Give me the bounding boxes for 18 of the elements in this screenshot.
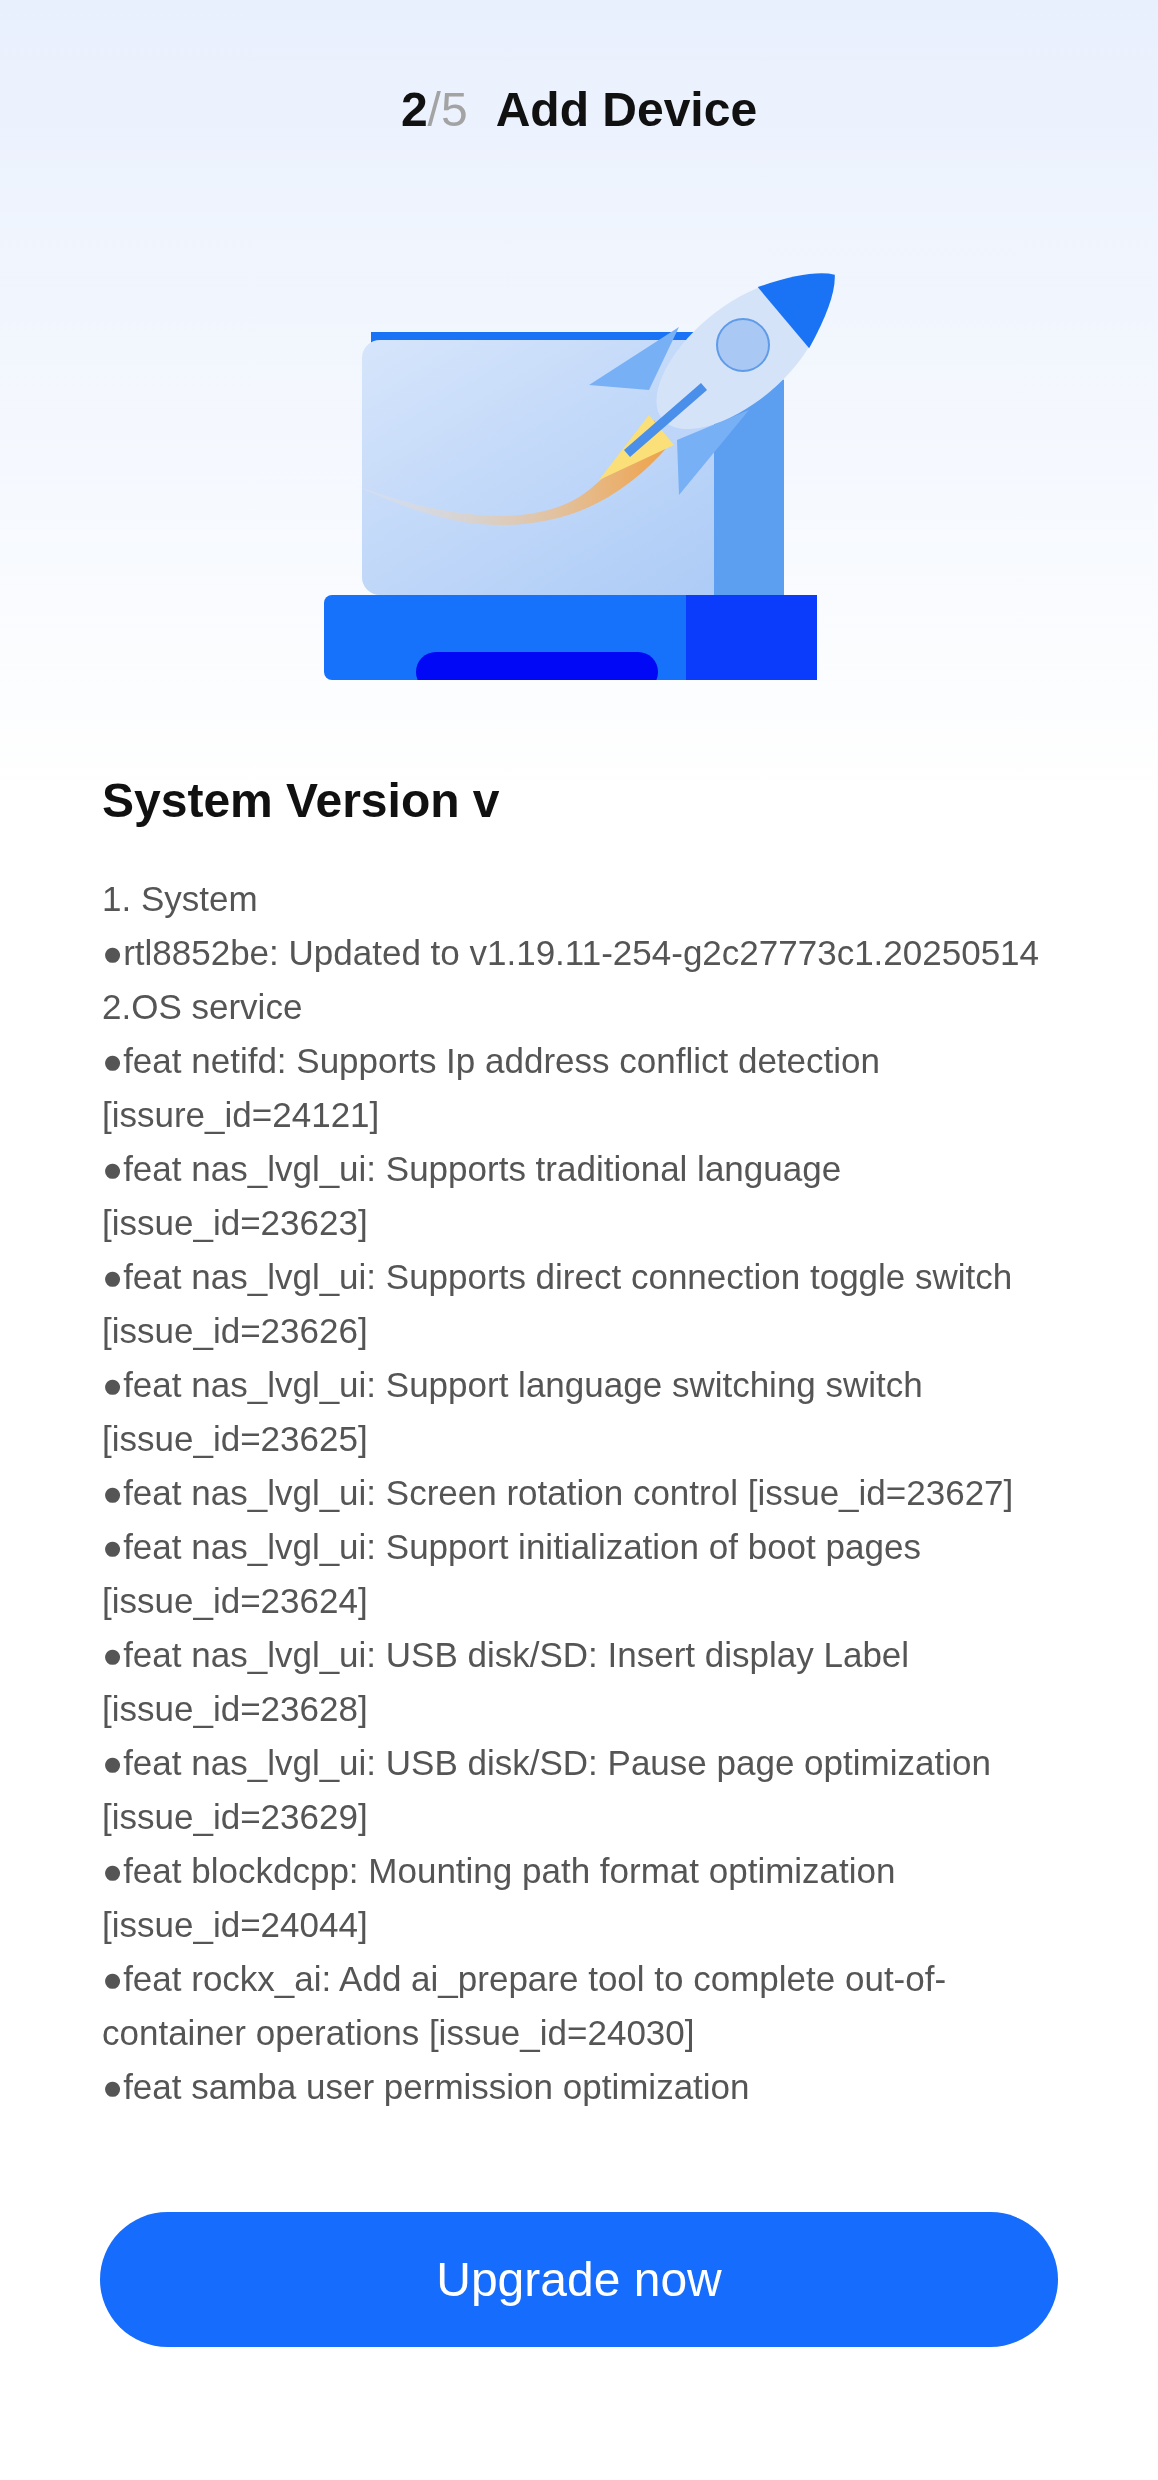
release-note: ●rtl8852be: Updated to v1.19.11-254-g2c27773c1.20250514 <box>102 932 1041 974</box>
release-note: ●feat netifd: Supports Ip address conflict detection [issure_id=24121] <box>102 1040 881 1136</box>
release-note: ●feat samba user permission optimization <box>102 2066 751 2108</box>
release-note: ●feat blockdcpp: Mounting path format optimization [issue_id=24044] <box>102 1850 897 1946</box>
release-note: ●feat nas_lvgl_ui: Support language switching switch [issue_id=23625] <box>102 1364 924 1460</box>
release-note: ●feat nas_lvgl_ui: Supports traditional language [issue_id=23623] <box>102 1148 843 1244</box>
page-title: Add Device <box>495 82 758 137</box>
release-note: ●feat nas_lvgl_ui: USB disk/SD: Insert display Label [issue_id=23628] <box>102 1634 911 1730</box>
release-note: ●feat nas_lvgl_ui: Screen rotation control [issue_id=23627] <box>102 1472 1015 1514</box>
upgrade-button[interactable]: Upgrade now <box>100 2212 1058 2347</box>
section-title: System Version v <box>102 773 501 829</box>
release-note: ●feat nas_lvgl_ui: Support initialization of boot pages [issue_id=23624] <box>102 1526 922 1622</box>
release-note: ●feat nas_lvgl_ui: Supports direct connection toggle switch [issue_id=23626] <box>102 1256 1014 1352</box>
release-note: 1. System <box>102 878 259 920</box>
release-note: ●feat rockx_ai: Add ai_prepare tool to complete out-of-container operations [issue_id=24030] <box>102 1958 948 2054</box>
step-counter: 2/5 <box>400 82 468 137</box>
release-note: 2.OS service <box>102 986 304 1028</box>
release-note: ●feat nas_lvgl_ui: USB disk/SD: Pause page optimization [issue_id=23629] <box>102 1742 992 1838</box>
